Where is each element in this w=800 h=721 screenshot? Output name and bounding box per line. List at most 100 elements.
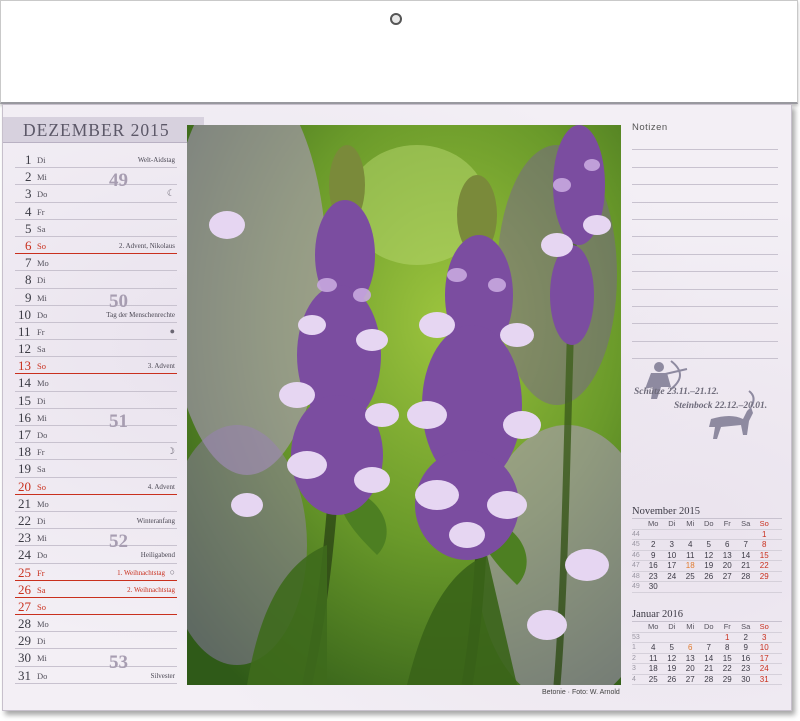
day-row: 15 Di <box>15 392 177 409</box>
weekday-header: Di <box>668 622 676 632</box>
day-number: 23 <box>18 530 31 546</box>
day-row: 22 Di Winteranfang <box>15 512 177 530</box>
day-event: Heiligabend <box>140 551 175 560</box>
day-list: 1 Di Welt-Aidstag 2 Mi 3 Do ☾ 4 Fr 5 Sa 6 So 2. Advent… <box>15 151 177 684</box>
day-row: 6 So 2. Advent, Nikolaus <box>15 237 177 255</box>
mini-day: 11 <box>649 653 658 663</box>
mini-week-number: 2 <box>632 654 636 662</box>
mini-day: 1 <box>762 529 767 539</box>
weekday: Sa <box>37 584 46 595</box>
day-number: 11 <box>18 323 31 339</box>
mini-day: 29 <box>722 674 732 684</box>
weekday-header: Di <box>668 519 676 529</box>
mini-day: 15 <box>759 550 769 560</box>
day-row: 2 Mi <box>15 168 177 186</box>
top-sheet <box>0 0 798 104</box>
mini-day: 8 <box>762 540 767 550</box>
mini-day: 10 <box>759 643 769 653</box>
weekday: Di <box>37 395 46 406</box>
mini-day: 16 <box>648 561 658 571</box>
mini-day: 26 <box>704 571 714 581</box>
day-number: 13 <box>18 358 31 374</box>
flower-photo <box>187 125 621 685</box>
weekday-header: Do <box>703 519 714 529</box>
day-number: 26 <box>18 581 31 597</box>
day-number: 1 <box>25 152 32 167</box>
zodiac-sagittarius: Schütze 23.11.–21.12. <box>634 387 719 397</box>
capricorn-icon <box>709 390 755 439</box>
notes-line[interactable] <box>632 185 778 203</box>
day-row: 19 Sa <box>15 460 177 478</box>
mini-week-number: 53 <box>632 633 640 641</box>
day-number: 6 <box>25 237 32 253</box>
notes-area[interactable] <box>632 133 778 360</box>
week-number: 52 <box>109 531 128 553</box>
day-event: Winteranfang <box>136 516 175 525</box>
month-tab: DEZEMBER 2015 <box>3 117 204 143</box>
mini-calendar-week: 45 2 3 4 5 6 7 8 <box>632 540 782 551</box>
weekday-header: Mo <box>648 622 659 632</box>
notes-line[interactable] <box>632 168 778 186</box>
week-number: 50 <box>109 290 128 312</box>
notes-line[interactable] <box>632 272 778 290</box>
mini-week-number: 47 <box>632 562 640 570</box>
mini-day: 30 <box>648 582 658 592</box>
mini-day: 24 <box>759 664 769 674</box>
weekday: So <box>37 481 46 492</box>
day-number: 3 <box>25 186 32 202</box>
mini-day: 12 <box>667 653 677 663</box>
weekday: So <box>37 601 46 612</box>
day-row: 26 Sa 2. Weihnachtstag <box>15 581 177 598</box>
weekday: Fr <box>37 567 45 578</box>
mini-calendar-week: 1 4 5 6 7 8 9 10 <box>632 643 782 654</box>
weekday: Sa <box>37 223 46 234</box>
mini-day: 16 <box>741 653 751 663</box>
day-row: 18 Fr ☽ <box>15 443 177 461</box>
notes-line[interactable] <box>632 290 778 307</box>
day-number: 18 <box>18 444 31 460</box>
weekday: Sa <box>37 344 46 355</box>
notes-line[interactable] <box>632 150 778 168</box>
day-row: 5 Sa <box>15 220 177 237</box>
mini-day: 14 <box>704 653 714 663</box>
day-row: 16 Mi <box>15 409 177 426</box>
betony-flower-image <box>187 125 621 685</box>
mini-calendar-week: 48 23 24 25 26 27 28 29 <box>632 571 782 582</box>
zodiac-box: Schütze 23.11.–21.12. Steinbock 22.12.–2… <box>631 357 781 447</box>
mini-day: 4 <box>688 540 693 550</box>
hanging-hole <box>390 13 402 25</box>
mini-day: 29 <box>759 571 769 581</box>
notes-line[interactable] <box>632 220 778 238</box>
notes-line[interactable] <box>632 307 778 325</box>
weekday: Sa <box>37 464 46 475</box>
mini-day: 15 <box>722 653 732 663</box>
mini-day: 6 <box>725 540 730 550</box>
weekday: Do <box>37 309 48 320</box>
weekday: Mo <box>37 619 49 630</box>
day-event: 2. Advent, Nikolaus <box>119 241 175 250</box>
day-row: 9 Mi <box>15 289 177 306</box>
photo-caption: Betonie · Foto: W. Arnold <box>542 689 620 696</box>
moon-phase-icon: ☽ <box>166 446 175 457</box>
notes-line[interactable] <box>632 203 778 220</box>
day-number: 8 <box>25 272 32 288</box>
mini-day: 22 <box>722 664 732 674</box>
weekday: Do <box>37 670 48 681</box>
weekday: Mo <box>37 498 49 509</box>
mini-day: 12 <box>704 550 714 560</box>
weekday-header: Mo <box>648 519 659 529</box>
day-number: 22 <box>18 512 31 528</box>
day-number: 15 <box>18 392 31 408</box>
notes-line[interactable] <box>632 324 778 342</box>
mini-week-number: 46 <box>632 551 640 559</box>
weekday: Di <box>37 515 46 526</box>
day-number: 29 <box>18 633 31 649</box>
notes-line[interactable] <box>632 255 778 273</box>
day-row: 10 Do Tag der Menschenrechte <box>15 306 177 323</box>
mini-calendar-january: Januar 2016 Mo Di Mi Do Fr Sa So 53 1 2 3 1 4 5 6 7 8 9 10 2… <box>632 609 782 685</box>
day-row: 1 Di Welt-Aidstag <box>15 151 177 169</box>
mini-day: 17 <box>667 561 677 571</box>
moon-phase-icon: ○ <box>169 566 175 577</box>
notes-line[interactable] <box>632 237 778 255</box>
notes-line[interactable] <box>632 133 778 151</box>
